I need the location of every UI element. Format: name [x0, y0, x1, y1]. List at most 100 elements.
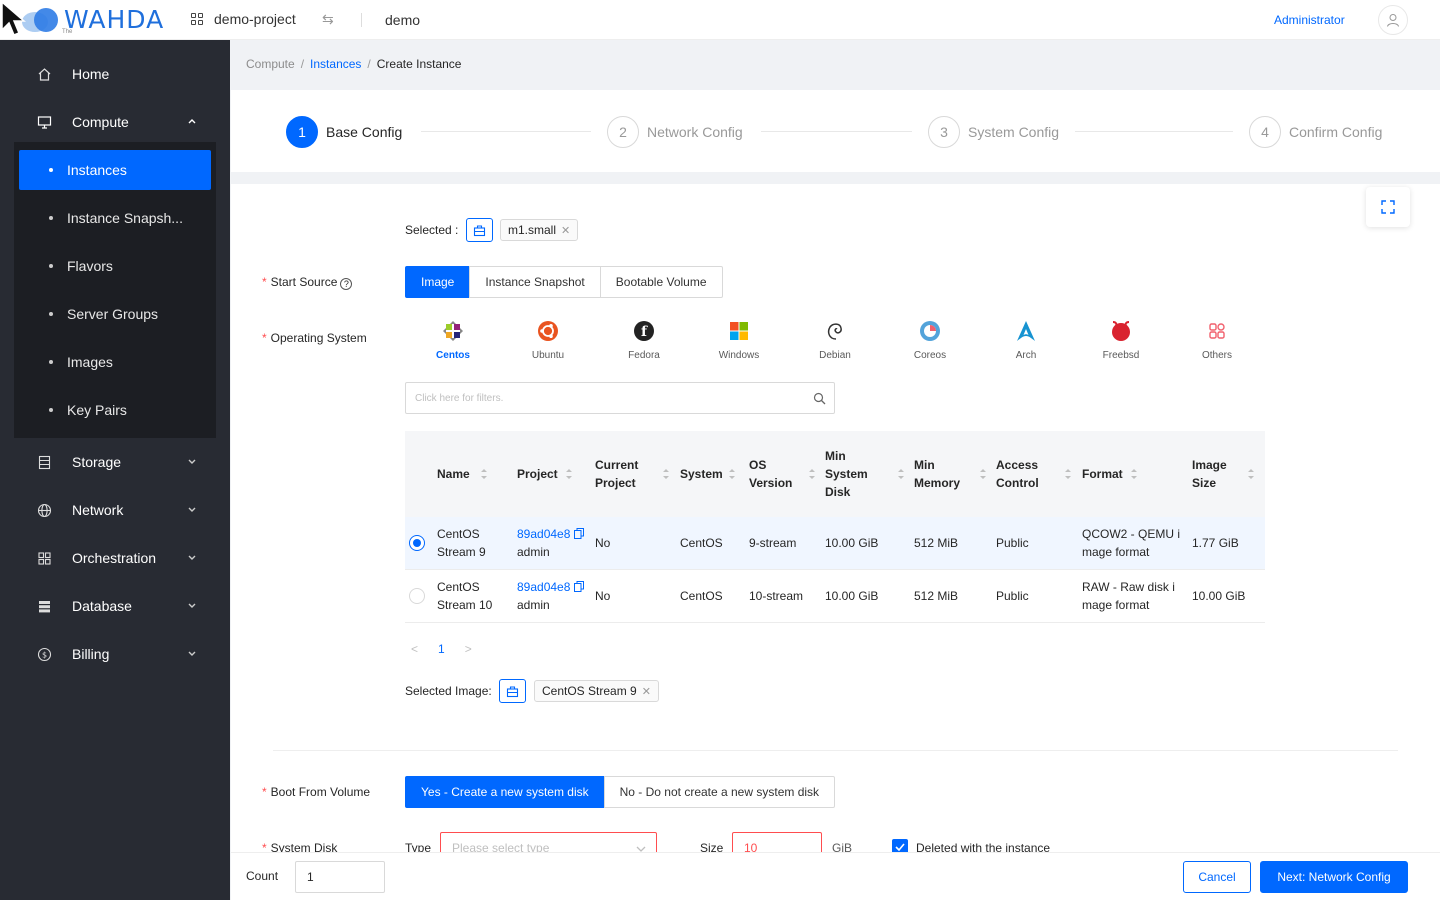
sort-icon[interactable]	[480, 467, 488, 481]
delete-with-instance-checkbox[interactable]	[892, 839, 908, 852]
start-source-image[interactable]: Image	[405, 266, 471, 298]
os-option-others[interactable]: Others	[1182, 320, 1252, 361]
disk-size-input[interactable]: 10	[732, 832, 822, 852]
sidebar-item-storage[interactable]: Storage	[0, 438, 230, 486]
sort-icon[interactable]	[897, 467, 905, 481]
os-option-coreos[interactable]: Coreos	[895, 320, 965, 361]
copy-icon[interactable]	[574, 528, 585, 539]
chevron-down-icon	[188, 603, 196, 608]
operating-system-label: * Operating System	[262, 331, 367, 345]
close-icon[interactable]: ✕	[561, 224, 570, 237]
others-icon	[1209, 323, 1225, 339]
boot-no-option[interactable]: No - Do not create a new system disk	[603, 776, 836, 808]
sort-icon[interactable]	[1247, 467, 1255, 481]
column-project[interactable]: Project	[517, 431, 558, 517]
breadcrumb-compute[interactable]: Compute	[246, 57, 295, 71]
sidebar-item-database[interactable]: Database	[0, 582, 230, 630]
sidebar-item-label: Home	[72, 66, 110, 82]
sort-icon[interactable]	[1064, 467, 1072, 481]
sort-icon[interactable]	[979, 467, 987, 481]
sort-icon[interactable]	[728, 467, 736, 481]
os-option-freebsd[interactable]: Freebsd	[1086, 320, 1156, 361]
avatar[interactable]	[1378, 5, 1408, 35]
table-row[interactable]: CentOS Stream 10 89ad04e8 admin No CentO…	[405, 570, 1265, 623]
copy-icon[interactable]	[574, 581, 585, 592]
os-option-windows[interactable]: Windows	[704, 320, 774, 361]
column-image-size[interactable]: Image Size	[1192, 431, 1237, 517]
sidebar-item-instances[interactable]: Instances	[19, 150, 211, 190]
page-number[interactable]: 1	[438, 642, 445, 656]
os-option-ubuntu[interactable]: Ubuntu	[513, 320, 583, 361]
sort-icon[interactable]	[565, 467, 573, 481]
sidebar-item-images[interactable]: Images	[19, 342, 211, 382]
logo-text: WAHDA	[64, 4, 165, 34]
step-title: Network Config	[647, 124, 743, 140]
start-source-bootable-volume[interactable]: Bootable Volume	[599, 266, 723, 298]
step-confirm-config: 4 Confirm Config	[1249, 116, 1382, 148]
column-system[interactable]: System	[680, 431, 723, 517]
sidebar-item-instance-snapshots[interactable]: Instance Snapsh...	[19, 198, 211, 238]
count-input[interactable]: 1	[295, 861, 385, 893]
column-access-control[interactable]: Access Control	[996, 431, 1051, 517]
next-page-button[interactable]: >	[465, 642, 472, 656]
image-filter-input[interactable]: Click here for filters.	[405, 382, 835, 414]
sidebar-item-key-pairs[interactable]: Key Pairs	[19, 390, 211, 430]
close-icon[interactable]: ✕	[642, 685, 651, 698]
next-network-config-button[interactable]: Next: Network Config	[1260, 861, 1408, 893]
sort-icon[interactable]	[1130, 467, 1138, 481]
project-switcher[interactable]: demo-project	[191, 11, 296, 27]
project-id-link[interactable]: 89ad04e8	[517, 527, 570, 541]
step-number: 2	[607, 116, 639, 148]
disk-type-select[interactable]: Please select type	[440, 832, 657, 852]
row-radio[interactable]	[409, 588, 425, 604]
start-source-instance-snapshot[interactable]: Instance Snapshot	[469, 266, 601, 298]
disk-type-label: Type	[405, 841, 432, 852]
help-icon[interactable]: ?	[340, 278, 353, 290]
project-name: demo-project	[214, 11, 296, 27]
logo[interactable]: WAHDA The	[22, 4, 165, 35]
breadcrumb-instances[interactable]: Instances	[310, 57, 361, 71]
step-number: 3	[928, 116, 960, 148]
prev-page-button[interactable]: <	[411, 642, 418, 656]
logo-small-text: The	[62, 29, 73, 35]
bullet-icon	[49, 360, 53, 364]
sidebar-item-orchestration[interactable]: Orchestration	[0, 534, 230, 582]
os-option-label: Ubuntu	[531, 350, 565, 361]
user-role-link[interactable]: Administrator	[1274, 13, 1345, 27]
column-min-memory[interactable]: Min Memory	[914, 431, 969, 517]
chevron-down-icon	[188, 555, 196, 560]
boot-yes-option[interactable]: Yes - Create a new system disk	[405, 776, 605, 808]
os-option-centos[interactable]: Centos	[418, 320, 488, 361]
sidebar-item-server-groups[interactable]: Server Groups	[19, 294, 211, 334]
image-picker-button[interactable]	[499, 679, 526, 703]
column-name[interactable]: Name	[437, 431, 470, 517]
fullscreen-button[interactable]	[1366, 187, 1410, 227]
sort-icon[interactable]	[808, 467, 816, 481]
delete-with-instance-label: Deleted with the instance	[916, 841, 1051, 852]
sidebar-item-network[interactable]: Network	[0, 486, 230, 534]
search-icon[interactable]	[813, 392, 826, 405]
table-row[interactable]: CentOS Stream 9 89ad04e8 admin No CentOS…	[405, 517, 1265, 570]
cell-current-project: No	[595, 589, 611, 603]
os-option-arch[interactable]: Arch	[991, 320, 1061, 361]
flavor-picker-button[interactable]	[466, 218, 493, 242]
column-format[interactable]: Format	[1082, 431, 1123, 517]
os-option-debian[interactable]: Debian	[800, 320, 870, 361]
column-os-version[interactable]: OS Version	[749, 431, 799, 517]
sort-icon[interactable]	[662, 467, 670, 481]
column-current-project[interactable]: Current Project	[595, 431, 645, 517]
sidebar-item-compute[interactable]: Compute	[0, 98, 230, 146]
column-min-system-disk[interactable]: Min System Disk	[825, 431, 875, 517]
sidebar-item-home[interactable]: Home	[0, 50, 230, 98]
os-option-label: Debian	[819, 350, 851, 361]
row-radio[interactable]	[409, 535, 425, 551]
sidebar-item-flavors[interactable]: Flavors	[19, 246, 211, 286]
project-id-link[interactable]: 89ad04e8	[517, 580, 570, 594]
sidebar-item-billing[interactable]: $ Billing	[0, 630, 230, 678]
swap-icon[interactable]: ⇆	[322, 11, 334, 28]
project-name: admin	[517, 598, 550, 612]
cancel-button[interactable]: Cancel	[1183, 861, 1251, 893]
section-divider	[273, 750, 1398, 751]
svg-text:f: f	[641, 324, 648, 340]
os-option-fedora[interactable]: f Fedora	[609, 320, 679, 361]
